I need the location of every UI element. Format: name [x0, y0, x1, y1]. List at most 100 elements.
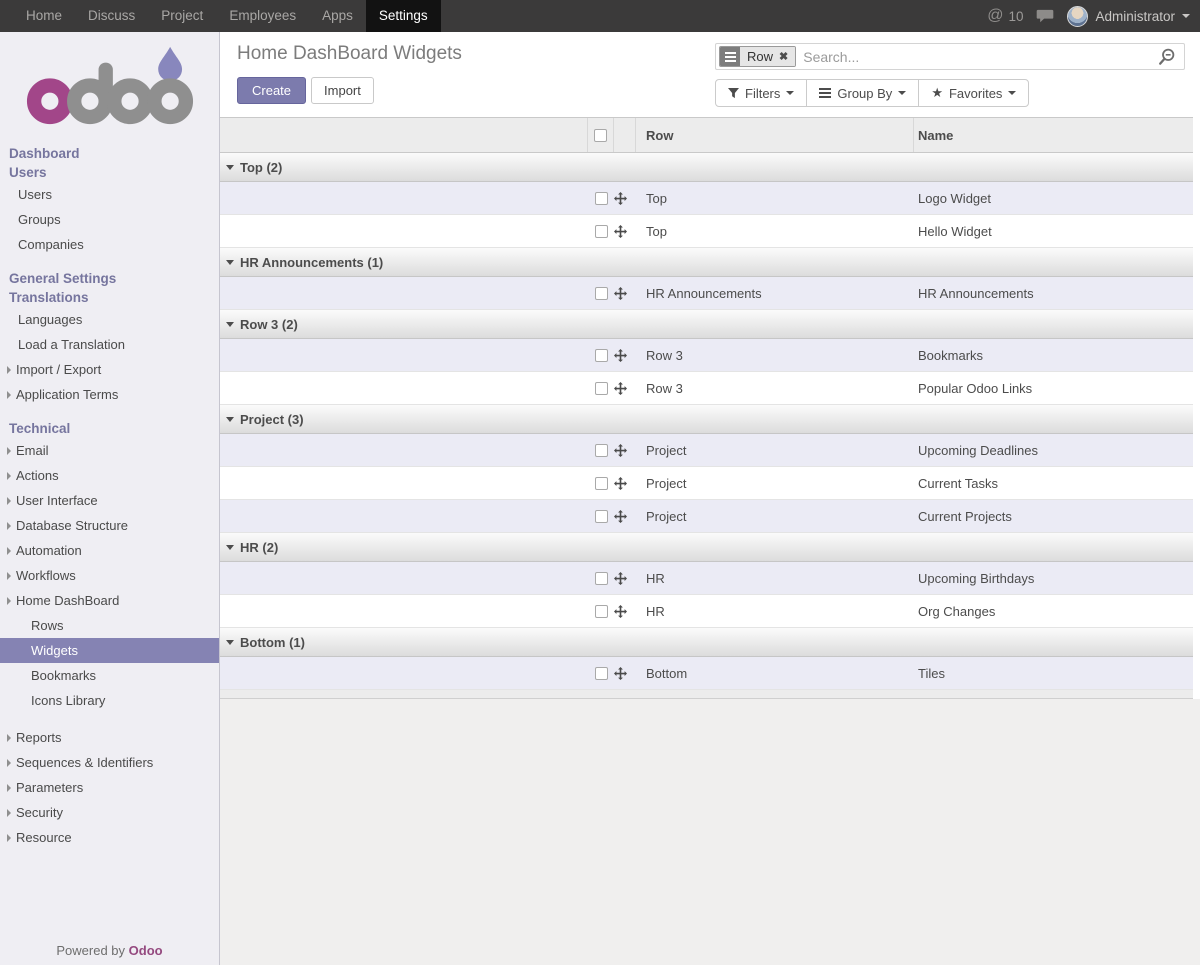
cell-row: HR — [636, 571, 914, 586]
table-row[interactable]: HROrg Changes — [220, 595, 1193, 628]
drag-handle[interactable] — [614, 500, 636, 532]
column-header-row[interactable]: Row — [636, 118, 914, 152]
sidebar-item-label: Bookmarks — [31, 668, 96, 683]
sidebar-item-sequences-identifiers[interactable]: Sequences & Identifiers — [0, 750, 219, 775]
group-header-row-3-2[interactable]: Row 3 (2) — [220, 310, 1193, 339]
cell-name: Org Changes — [914, 604, 1193, 619]
sidebar-item-icons-library[interactable]: Icons Library — [0, 688, 219, 713]
drag-handle[interactable] — [614, 182, 636, 214]
sidebar-item-groups[interactable]: Groups — [0, 207, 219, 232]
nav-apps[interactable]: Apps — [309, 0, 366, 32]
caret-down-icon — [226, 165, 234, 170]
sidebar-item-user-interface[interactable]: User Interface — [0, 488, 219, 513]
nav-settings[interactable]: Settings — [366, 0, 441, 32]
sidebar-item-users[interactable]: Users — [0, 163, 219, 182]
table-row[interactable]: HR AnnouncementsHR Announcements — [220, 277, 1193, 310]
sidebar-item-workflows[interactable]: Workflows — [0, 563, 219, 588]
nav-employees[interactable]: Employees — [216, 0, 309, 32]
sidebar-item-import-export[interactable]: Import / Export — [0, 357, 219, 382]
sidebar-item-email[interactable]: Email — [0, 438, 219, 463]
row-checkbox[interactable] — [595, 287, 608, 300]
table-row[interactable]: ProjectCurrent Tasks — [220, 467, 1193, 500]
sidebar-item-reports[interactable]: Reports — [0, 725, 219, 750]
sidebar-item-companies[interactable]: Companies — [0, 232, 219, 257]
row-checkbox[interactable] — [595, 225, 608, 238]
sidebar-item-actions[interactable]: Actions — [0, 463, 219, 488]
close-icon[interactable]: ✖ — [779, 50, 788, 63]
drag-handle[interactable] — [614, 277, 636, 309]
drag-handle[interactable] — [614, 657, 636, 689]
row-spacer — [220, 182, 588, 214]
chat-bubble-icon[interactable] — [1036, 9, 1054, 23]
caret-right-icon — [7, 391, 11, 399]
table-row[interactable]: ProjectCurrent Projects — [220, 500, 1193, 533]
sidebar-item-bookmarks[interactable]: Bookmarks — [0, 663, 219, 688]
sidebar-item-rows[interactable]: Rows — [0, 613, 219, 638]
table-row[interactable]: HRUpcoming Birthdays — [220, 562, 1193, 595]
column-header-name[interactable]: Name — [914, 128, 1193, 143]
drag-handle[interactable] — [614, 339, 636, 371]
widgets-table: Row Name Top (2)TopLogo WidgetTopHello W… — [220, 117, 1193, 690]
drag-handle[interactable] — [614, 372, 636, 404]
sidebar-item-general-settings[interactable]: General Settings — [0, 269, 219, 288]
row-checkbox[interactable] — [595, 572, 608, 585]
sidebar-item-widgets[interactable]: Widgets — [0, 638, 219, 663]
drag-handle[interactable] — [614, 467, 636, 499]
group-header-bottom-1[interactable]: Bottom (1) — [220, 628, 1193, 657]
row-checkbox[interactable] — [595, 349, 608, 362]
drag-handle[interactable] — [614, 595, 636, 627]
search-bar[interactable]: Row ✖ — [715, 43, 1185, 70]
drag-handle[interactable] — [614, 434, 636, 466]
row-checkbox[interactable] — [595, 444, 608, 457]
filters-button[interactable]: Filters — [715, 79, 807, 107]
group-by-button[interactable]: Group By — [806, 79, 919, 107]
table-row[interactable]: Row 3Bookmarks — [220, 339, 1193, 372]
sidebar-item-database-structure[interactable]: Database Structure — [0, 513, 219, 538]
create-button[interactable]: Create — [237, 77, 306, 104]
table-row[interactable]: TopHello Widget — [220, 215, 1193, 248]
row-checkbox[interactable] — [595, 667, 608, 680]
select-all-checkbox[interactable] — [594, 129, 607, 142]
row-checkbox[interactable] — [595, 510, 608, 523]
table-row[interactable]: ProjectUpcoming Deadlines — [220, 434, 1193, 467]
row-checkbox[interactable] — [595, 382, 608, 395]
caret-right-icon — [7, 447, 11, 455]
table-row[interactable]: TopLogo Widget — [220, 182, 1193, 215]
group-header-top-2[interactable]: Top (2) — [220, 153, 1193, 182]
sidebar-item-resource[interactable]: Resource — [0, 825, 219, 850]
table-row[interactable]: BottomTiles — [220, 657, 1193, 690]
user-menu[interactable]: Administrator — [1067, 6, 1190, 27]
favorites-button[interactable]: ★ Favorites — [918, 79, 1029, 107]
nav-home[interactable]: Home — [13, 0, 75, 32]
drag-handle[interactable] — [614, 215, 636, 247]
import-button[interactable]: Import — [311, 77, 374, 104]
sidebar-item-load-a-translation[interactable]: Load a Translation — [0, 332, 219, 357]
sidebar-item-dashboard[interactable]: Dashboard — [0, 144, 219, 163]
sidebar-item-users[interactable]: Users — [0, 182, 219, 207]
cell-name: Bookmarks — [914, 348, 1193, 363]
row-spacer — [220, 434, 588, 466]
sidebar-item-translations[interactable]: Translations — [0, 288, 219, 307]
search-icon[interactable] — [1157, 47, 1177, 67]
mentions-indicator[interactable]: @ 10 — [987, 7, 1023, 25]
row-checkbox[interactable] — [595, 477, 608, 490]
sidebar-item-technical[interactable]: Technical — [0, 419, 219, 438]
drag-handle[interactable] — [614, 562, 636, 594]
nav-project[interactable]: Project — [148, 0, 216, 32]
group-header-project-3[interactable]: Project (3) — [220, 405, 1193, 434]
search-input[interactable] — [796, 49, 1157, 65]
row-checkbox[interactable] — [595, 192, 608, 205]
caret-down-icon — [226, 260, 234, 265]
sidebar-item-application-terms[interactable]: Application Terms — [0, 382, 219, 407]
nav-discuss[interactable]: Discuss — [75, 0, 148, 32]
odoo-brand-link[interactable]: Odoo — [129, 943, 163, 958]
group-header-hr-2[interactable]: HR (2) — [220, 533, 1193, 562]
row-checkbox[interactable] — [595, 605, 608, 618]
group-header-hr-announcements-1[interactable]: HR Announcements (1) — [220, 248, 1193, 277]
sidebar-item-home-dashboard[interactable]: Home DashBoard — [0, 588, 219, 613]
table-row[interactable]: Row 3Popular Odoo Links — [220, 372, 1193, 405]
sidebar-item-parameters[interactable]: Parameters — [0, 775, 219, 800]
sidebar-item-security[interactable]: Security — [0, 800, 219, 825]
sidebar-item-languages[interactable]: Languages — [0, 307, 219, 332]
sidebar-item-automation[interactable]: Automation — [0, 538, 219, 563]
